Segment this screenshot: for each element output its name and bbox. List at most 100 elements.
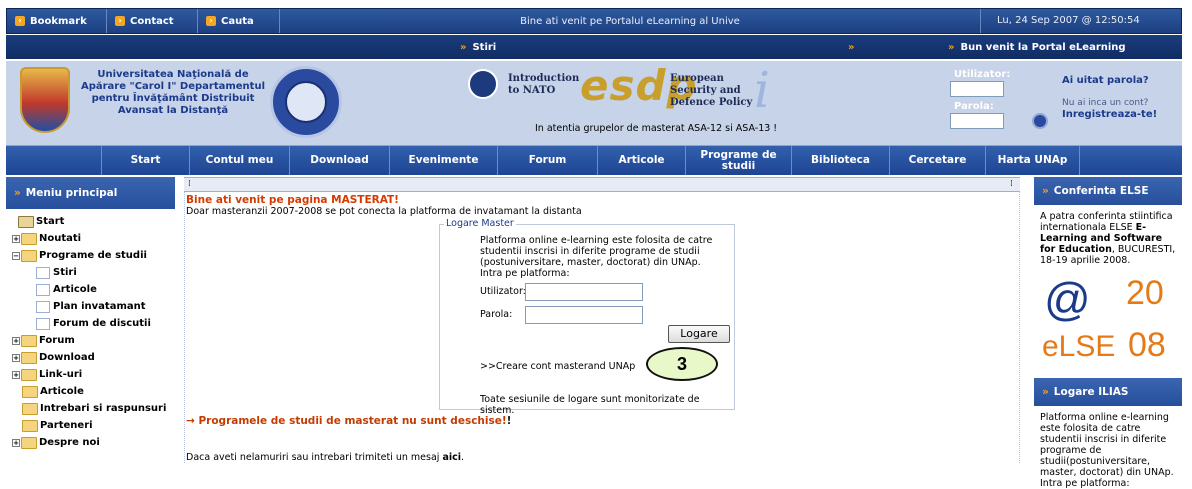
menu-item-stiri[interactable]: Stiri [6, 264, 175, 281]
menu-item-noutati[interactable]: + Noutati [6, 230, 175, 247]
page-icon [36, 317, 50, 330]
create-account-link[interactable]: >>Creare cont masterand UNAp [480, 361, 635, 372]
menu-item-label: Link-uri [39, 369, 83, 380]
search-link[interactable]: › Cauta [198, 9, 280, 33]
menu-item-intrebari[interactable]: Intrebari si raspunsuri [6, 400, 175, 417]
resize-handle-icon[interactable]: ⁞ [188, 179, 191, 189]
news-header[interactable]: » Stiri [460, 42, 496, 53]
nav-download[interactable]: Download [290, 146, 390, 175]
collapse-icon[interactable]: − [12, 251, 20, 260]
login-go-icon[interactable] [1032, 113, 1048, 129]
double-arrow-icon: » [948, 41, 955, 53]
nav-cercetare[interactable]: Cercetare [890, 146, 986, 175]
help-link[interactable]: aici [442, 452, 461, 463]
nato-link[interactable]: Introduction to NATO [508, 73, 579, 97]
datetime: Lu, 24 Sep 2007 @ 12:50:54 [997, 15, 1140, 26]
right-sidebar: » Conferinta ELSE A patra conferinta sti… [1034, 177, 1182, 489]
arrow-icon: › [206, 16, 216, 26]
bookmark-link[interactable]: › Bookmark [7, 9, 107, 33]
page-icon [36, 266, 50, 279]
expand-icon[interactable]: + [12, 370, 20, 379]
username-input[interactable] [950, 81, 1004, 97]
search-label: Cauta [221, 15, 254, 27]
warning-text: Programele de studii de masterat nu sunt… [198, 415, 507, 427]
menu-item-programe-de-studii[interactable]: − Programe de studii [6, 247, 175, 264]
folder-icon [22, 402, 38, 415]
contact-label: Contact [130, 15, 174, 27]
news-label: Stiri [472, 41, 497, 53]
content-top-strip: ⁞ ⁞ [184, 177, 1020, 192]
university-crest-icon [20, 67, 70, 133]
university-seal-icon [270, 66, 342, 138]
ilias-text: Platforma online e-learning este folosit… [1040, 412, 1174, 489]
double-arrow-icon: » [1042, 386, 1049, 398]
resize-handle-icon[interactable]: ⁞ [1010, 179, 1013, 189]
login-button[interactable]: Logare [668, 325, 730, 343]
menu-item-forum[interactable]: + Forum [6, 332, 175, 349]
warning-arrow-icon: → [186, 415, 195, 427]
contact-link[interactable]: › Contact [107, 9, 198, 33]
menu-item-articole-sub[interactable]: Articole [6, 281, 175, 298]
nav-spacer-end [1080, 146, 1182, 175]
portal-welcome-label: Bun venit la Portal eLearning [960, 41, 1126, 53]
nav-biblioteca[interactable]: Biblioteca [792, 146, 890, 175]
nav-harta-unap[interactable]: Harta UNAp [986, 146, 1080, 175]
nav-programe-de-studii[interactable]: Programe de studii [686, 146, 792, 175]
double-arrow-icon: » [460, 41, 467, 53]
else-logo[interactable]: @ 20 eLSE 08 [1038, 272, 1178, 378]
forgot-password-link[interactable]: Ai uitat parola? [1062, 75, 1149, 86]
left-sidebar: » Meniu principal Start + Noutati − Prog… [6, 177, 175, 463]
menu-item-download[interactable]: + Download [6, 349, 175, 366]
attention-notice[interactable]: In atentia grupelor de masterat ASA-12 s… [535, 123, 777, 134]
expand-icon[interactable]: + [12, 438, 20, 447]
help-suffix: . [461, 452, 465, 463]
else-logo-20: 20 [1126, 274, 1164, 312]
ilias-login-title: Logare ILIAS [1053, 386, 1129, 398]
expand-icon[interactable]: + [12, 336, 20, 345]
register-link[interactable]: Inregistreaza-te! [1062, 109, 1157, 120]
page-title: Bine ati venit pe pagina MASTERAT! [186, 194, 399, 206]
menu-item-start[interactable]: Start [6, 213, 175, 230]
nav-evenimente[interactable]: Evenimente [390, 146, 498, 175]
platform-intro: Platforma online e-learning este folosit… [480, 235, 713, 279]
home-icon [18, 215, 34, 228]
menu-item-label: Noutati [39, 233, 82, 244]
menu-item-parteneri[interactable]: Parteneri [6, 417, 175, 434]
university-name[interactable]: Universitatea Naţională de Apărare "Caro… [78, 69, 268, 117]
expand-icon[interactable]: + [12, 234, 20, 243]
step-badge: 3 [646, 347, 718, 381]
nav-articole[interactable]: Articole [598, 146, 686, 175]
expand-icon[interactable]: + [12, 353, 20, 362]
menu-item-plan-invatamant[interactable]: Plan invatamant [6, 298, 175, 315]
else-logo-08: 08 [1128, 326, 1166, 364]
master-password-input[interactable] [525, 306, 643, 324]
page-subtitle: Doar masteranzii 2007-2008 se pot conect… [186, 206, 582, 217]
folder-icon [22, 419, 38, 432]
menu-item-forum-de-discutii[interactable]: Forum de discutii [6, 315, 175, 332]
arrow-icon: › [115, 16, 125, 26]
menu-item-articole[interactable]: Articole [6, 383, 175, 400]
folder-icon [21, 351, 37, 364]
master-username-input[interactable] [525, 283, 643, 301]
else-conference-header: » Conferinta ELSE [1034, 177, 1182, 205]
folder-icon [21, 436, 37, 449]
menu-tree: Start + Noutati − Programe de studii Sti… [6, 209, 175, 451]
nav-start[interactable]: Start [102, 146, 190, 175]
nav-forum[interactable]: Forum [498, 146, 598, 175]
menu-item-link-uri[interactable]: + Link-uri [6, 366, 175, 383]
menu-item-despre-noi[interactable]: + Despre noi [6, 434, 175, 451]
no-account-text: Nu ai inca un cont? [1062, 98, 1149, 108]
password-input[interactable] [950, 113, 1004, 129]
double-arrow-icon: » [1042, 185, 1049, 197]
menu-item-label: Articole [40, 386, 84, 397]
help-line: Daca aveti nelamuriri sau intrebari trim… [186, 452, 464, 463]
user-label: Utilizator: [480, 286, 526, 297]
top-bar: › Bookmark › Contact › Cauta Bine ati ve… [6, 8, 1182, 34]
nav-contul-meu[interactable]: Contul meu [190, 146, 290, 175]
header-login: Utilizator: Parola: Ai uitat parola? Nu … [946, 61, 1182, 146]
site-header: Universitatea Naţională de Apărare "Caro… [6, 60, 1182, 145]
ilias-login-header: » Logare ILIAS [1034, 378, 1182, 406]
else-text-1: A patra conferinta stiintifica internati… [1040, 211, 1173, 233]
page-icon [36, 283, 50, 296]
esdp-link[interactable]: European Security and Defence Policy [670, 73, 762, 109]
